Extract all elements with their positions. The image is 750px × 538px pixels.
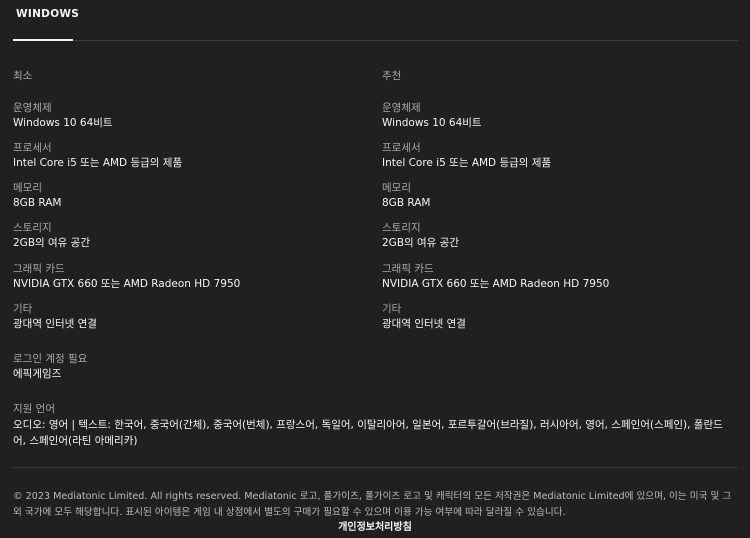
spec-label: 프로세서	[382, 142, 421, 154]
supported-languages: 지원 언어 오디오: 영어 | 텍스트: 한국어, 중국어(간체), 중국어(번…	[13, 402, 733, 449]
spec-value: 8GB RAM	[382, 197, 431, 209]
spec-value: Windows 10 64비트	[13, 117, 113, 129]
spec-value: Windows 10 64비트	[382, 117, 482, 129]
spec-label: 기타	[13, 303, 33, 315]
spec-value: NVIDIA GTX 660 또는 AMD Radeon HD 7950	[382, 278, 610, 290]
rec-spec-os: 운영체제 Windows 10 64비트	[382, 101, 482, 130]
tab-windows[interactable]: WINDOWS	[13, 0, 79, 41]
rec-spec-processor: 프로세서 Intel Core i5 또는 AMD 등급의 제품	[382, 141, 551, 170]
spec-value: Intel Core i5 또는 AMD 등급의 제품	[382, 157, 552, 169]
rec-spec-storage: 스토리지 2GB의 여유 공간	[382, 221, 459, 250]
min-spec-storage: 스토리지 2GB의 여유 공간	[13, 221, 90, 250]
spec-value: 에픽게임즈	[13, 368, 62, 380]
min-spec-other: 기타 광대역 인터넷 연결	[13, 302, 97, 331]
minimum-header: 최소	[13, 70, 33, 82]
min-spec-os: 운영체제 Windows 10 64비트	[13, 101, 113, 130]
copyright-notice: © 2023 Mediatonic Limited. All rights re…	[13, 491, 732, 518]
spec-label: 스토리지	[382, 222, 421, 234]
privacy-policy-link[interactable]: 개인정보처리방침	[0, 518, 750, 533]
active-tab-indicator	[13, 39, 73, 41]
spec-label: 프로세서	[13, 142, 52, 154]
spec-label: 운영체제	[382, 102, 421, 114]
spec-label: 로그인 계정 필요	[13, 353, 88, 365]
min-spec-graphics: 그래픽 카드 NVIDIA GTX 660 또는 AMD Radeon HD 7…	[13, 262, 240, 291]
spec-label: 그래픽 카드	[382, 263, 434, 275]
spec-value: 광대역 인터넷 연결	[382, 318, 466, 330]
spec-value: 광대역 인터넷 연결	[13, 318, 97, 330]
recommended-header: 추천	[382, 70, 402, 82]
platform-tabbar: WINDOWS	[13, 0, 738, 41]
login-requirement: 로그인 계정 필요 에픽게임즈	[13, 352, 87, 381]
min-spec-processor: 프로세서 Intel Core i5 또는 AMD 등급의 제품	[13, 141, 182, 170]
spec-value: 8GB RAM	[13, 197, 62, 209]
spec-label: 메모리	[13, 182, 42, 194]
rec-spec-graphics: 그래픽 카드 NVIDIA GTX 660 또는 AMD Radeon HD 7…	[382, 262, 609, 291]
spec-label: 스토리지	[13, 222, 52, 234]
spec-value: 2GB의 여유 공간	[382, 237, 459, 249]
rec-spec-memory: 메모리 8GB RAM	[382, 181, 430, 210]
system-requirements-page: WINDOWS 최소 운영체제 Windows 10 64비트 프로세서 Int…	[0, 0, 750, 538]
spec-value: 오디오: 영어 | 텍스트: 한국어, 중국어(간체), 중국어(번체), 프랑…	[13, 419, 723, 447]
spec-value: NVIDIA GTX 660 또는 AMD Radeon HD 7950	[13, 278, 241, 290]
spec-label: 기타	[382, 303, 402, 315]
spec-label: 운영체제	[13, 102, 52, 114]
spec-label: 지원 언어	[13, 403, 55, 415]
min-spec-memory: 메모리 8GB RAM	[13, 181, 61, 210]
spec-label: 그래픽 카드	[13, 263, 65, 275]
spec-value: 2GB의 여유 공간	[13, 237, 90, 249]
tab-windows-label: WINDOWS	[16, 8, 80, 20]
rec-spec-other: 기타 광대역 인터넷 연결	[382, 302, 466, 331]
footer-divider	[13, 467, 738, 468]
spec-label: 메모리	[382, 182, 411, 194]
spec-value: Intel Core i5 또는 AMD 등급의 제품	[13, 157, 183, 169]
